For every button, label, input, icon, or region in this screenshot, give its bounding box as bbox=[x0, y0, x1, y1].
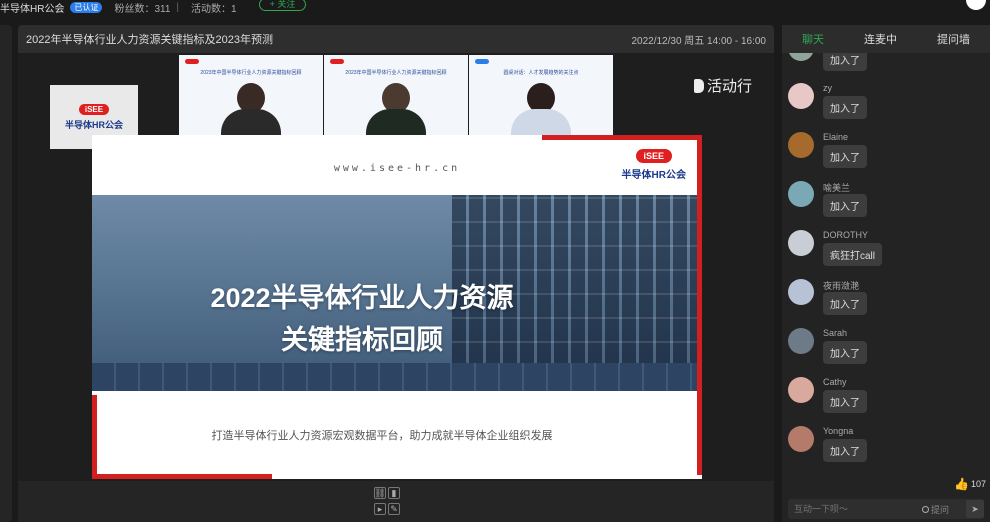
slide-headline-line1: 2022半导体行业人力资源 bbox=[210, 283, 514, 313]
message-text: 加入了 bbox=[823, 145, 867, 168]
message-text: 加入了 bbox=[823, 53, 867, 71]
presentation-slide: www.isee-hr.cn iSEE 半导体HR公会 2022半导体行业人力资… bbox=[92, 135, 702, 479]
avatar bbox=[788, 132, 814, 158]
like-count: 107 bbox=[970, 479, 986, 489]
isee-logo-badge: iSEE bbox=[635, 149, 673, 163]
slide-headline: 2022半导体行业人力资源 关键指标回顾 bbox=[92, 277, 632, 361]
live-stream-panel: 2022年半导体行业人力资源关键指标及2023年预测 2022/12/30 周五… bbox=[18, 25, 774, 522]
message-nick: DOROTHY bbox=[823, 230, 868, 240]
tile-title: 2023年中国半导体行业人力资源关键指标回顾 bbox=[345, 70, 447, 76]
accent-bar bbox=[92, 474, 272, 479]
slide-logo: iSEE 半导体HR公会 bbox=[622, 149, 686, 181]
message-text: 疯狂打call bbox=[823, 243, 883, 266]
message-nick: Elaine bbox=[823, 132, 849, 142]
like-counter[interactable]: 👍 107 bbox=[954, 477, 986, 491]
chat-input[interactable] bbox=[788, 504, 918, 514]
radio-icon[interactable] bbox=[922, 505, 929, 513]
avatar bbox=[788, 230, 814, 256]
video-stage[interactable]: iSEE 半导体HR公会 2023年中国半导体行业人力资源关键指标回顾 2023… bbox=[18, 53, 774, 481]
message-text: 加入了 bbox=[823, 390, 867, 413]
thumbs-up-icon[interactable]: 👍 bbox=[954, 477, 969, 491]
tab-chat[interactable]: 聊天 bbox=[802, 31, 824, 47]
avatar bbox=[788, 53, 814, 61]
chat-panel: 聊天 连麦中 提问墙 加入了 zy 加入了 Elaine 加入了 喻美兰 加入了… bbox=[782, 25, 990, 522]
avatar bbox=[788, 377, 814, 403]
message-nick: 喻美兰 bbox=[823, 183, 851, 193]
platform-watermark: 活动行 bbox=[693, 75, 752, 96]
speaker-figure bbox=[219, 83, 283, 135]
avatar bbox=[788, 181, 814, 207]
speaker-figure bbox=[364, 83, 428, 135]
verified-badge: 已认证 bbox=[70, 1, 103, 13]
message-text: 加入了 bbox=[823, 341, 867, 364]
message-nick: 夜雨潋滟 bbox=[823, 281, 860, 291]
divider: | bbox=[176, 1, 180, 13]
ask-label: 提问 bbox=[931, 504, 950, 515]
chat-input-bar: 提问 ➤ bbox=[788, 499, 984, 519]
channel-header: 半导体HR公会 已认证 粉丝数：311 | 活动数：1 + 关注 bbox=[0, 0, 990, 15]
slide-url: www.isee-hr.cn bbox=[333, 163, 461, 174]
tab-questions[interactable]: 提问墙 bbox=[937, 31, 970, 47]
channel-name[interactable]: 半导体HR公会 bbox=[0, 0, 64, 15]
send-icon[interactable]: ➤ bbox=[966, 500, 984, 518]
slide-org-name: 半导体HR公会 bbox=[621, 170, 686, 181]
tile-logo bbox=[330, 59, 344, 64]
avatar bbox=[788, 83, 814, 109]
message-nick: Sarah bbox=[823, 328, 848, 338]
ask-toggle[interactable]: 提问 bbox=[922, 503, 949, 516]
speaker-video-tile[interactable]: 2023年中国半导体行业人力资源关键指标回顾 bbox=[179, 55, 323, 135]
message-text: 加入了 bbox=[823, 194, 867, 217]
message-text: 加入了 bbox=[823, 96, 867, 119]
floor-graphic bbox=[92, 363, 702, 391]
tile-title: 2023年中国半导体行业人力资源关键指标回顾 bbox=[200, 70, 302, 76]
organizer-name: 半导体HR公会 bbox=[65, 119, 123, 130]
stream-time: 2022/12/30 周五 14:00 - 16:00 bbox=[631, 35, 766, 47]
link-icon[interactable]: ⛓ bbox=[374, 487, 386, 499]
watermark-text: 活动行 bbox=[706, 78, 752, 95]
accent-bar bbox=[92, 395, 97, 479]
accent-bar bbox=[542, 135, 702, 140]
edit-icon[interactable]: ✎ bbox=[388, 503, 400, 515]
avatar bbox=[788, 426, 814, 452]
accent-bar bbox=[697, 135, 702, 475]
message-nick: zy bbox=[823, 83, 832, 93]
slide-headline-line2: 关键指标回顾 bbox=[281, 325, 443, 355]
message-text: 加入了 bbox=[823, 292, 867, 315]
slide-banner-image: 2022半导体行业人力资源 关键指标回顾 bbox=[92, 195, 702, 391]
tile-logo bbox=[475, 59, 489, 64]
message-nick: Cathy bbox=[823, 377, 847, 387]
left-panel-edge bbox=[0, 25, 12, 522]
brand-icon bbox=[693, 78, 704, 93]
tab-mic[interactable]: 连麦中 bbox=[864, 31, 897, 47]
avatar bbox=[788, 328, 814, 354]
activities-count: 活动数：1 bbox=[191, 3, 237, 15]
slide-tagline: 打造半导体行业人力资源宏观数据平台，助力成就半导体企业组织发展 bbox=[211, 430, 553, 442]
follow-button[interactable]: + 关注 bbox=[258, 0, 307, 11]
stream-title-bar: 2022年半导体行业人力资源关键指标及2023年预测 2022/12/30 周五… bbox=[18, 25, 774, 53]
speaker-video-tile[interactable]: 2023年中国半导体行业人力资源关键指标回顾 bbox=[324, 55, 468, 135]
message-nick: Yongna bbox=[823, 426, 854, 436]
speaker-video-tile[interactable]: 圆桌对话：人才发展趋势的关注点 bbox=[469, 55, 613, 135]
avatar bbox=[788, 279, 814, 305]
chat-tabs: 聊天 连麦中 提问墙 bbox=[782, 25, 990, 53]
stream-title: 2022年半导体行业人力资源关键指标及2023年预测 bbox=[26, 34, 273, 46]
chat-message-list[interactable]: 加入了 zy 加入了 Elaine 加入了 喻美兰 加入了 DOROTHY 疯狂… bbox=[782, 53, 990, 469]
fans-count: 粉丝数：311 bbox=[114, 3, 171, 15]
tile-logo bbox=[185, 59, 199, 64]
play-icon[interactable]: ▸ bbox=[374, 503, 386, 515]
isee-logo-badge: iSEE bbox=[78, 103, 110, 115]
signal-icon[interactable]: ▮ bbox=[388, 487, 400, 499]
message-text: 加入了 bbox=[823, 439, 867, 462]
player-controls: ⛓ ▮ ▸ ✎ bbox=[374, 487, 402, 517]
tile-title: 圆桌对话：人才发展趋势的关注点 bbox=[503, 70, 579, 76]
speaker-figure bbox=[509, 83, 573, 135]
